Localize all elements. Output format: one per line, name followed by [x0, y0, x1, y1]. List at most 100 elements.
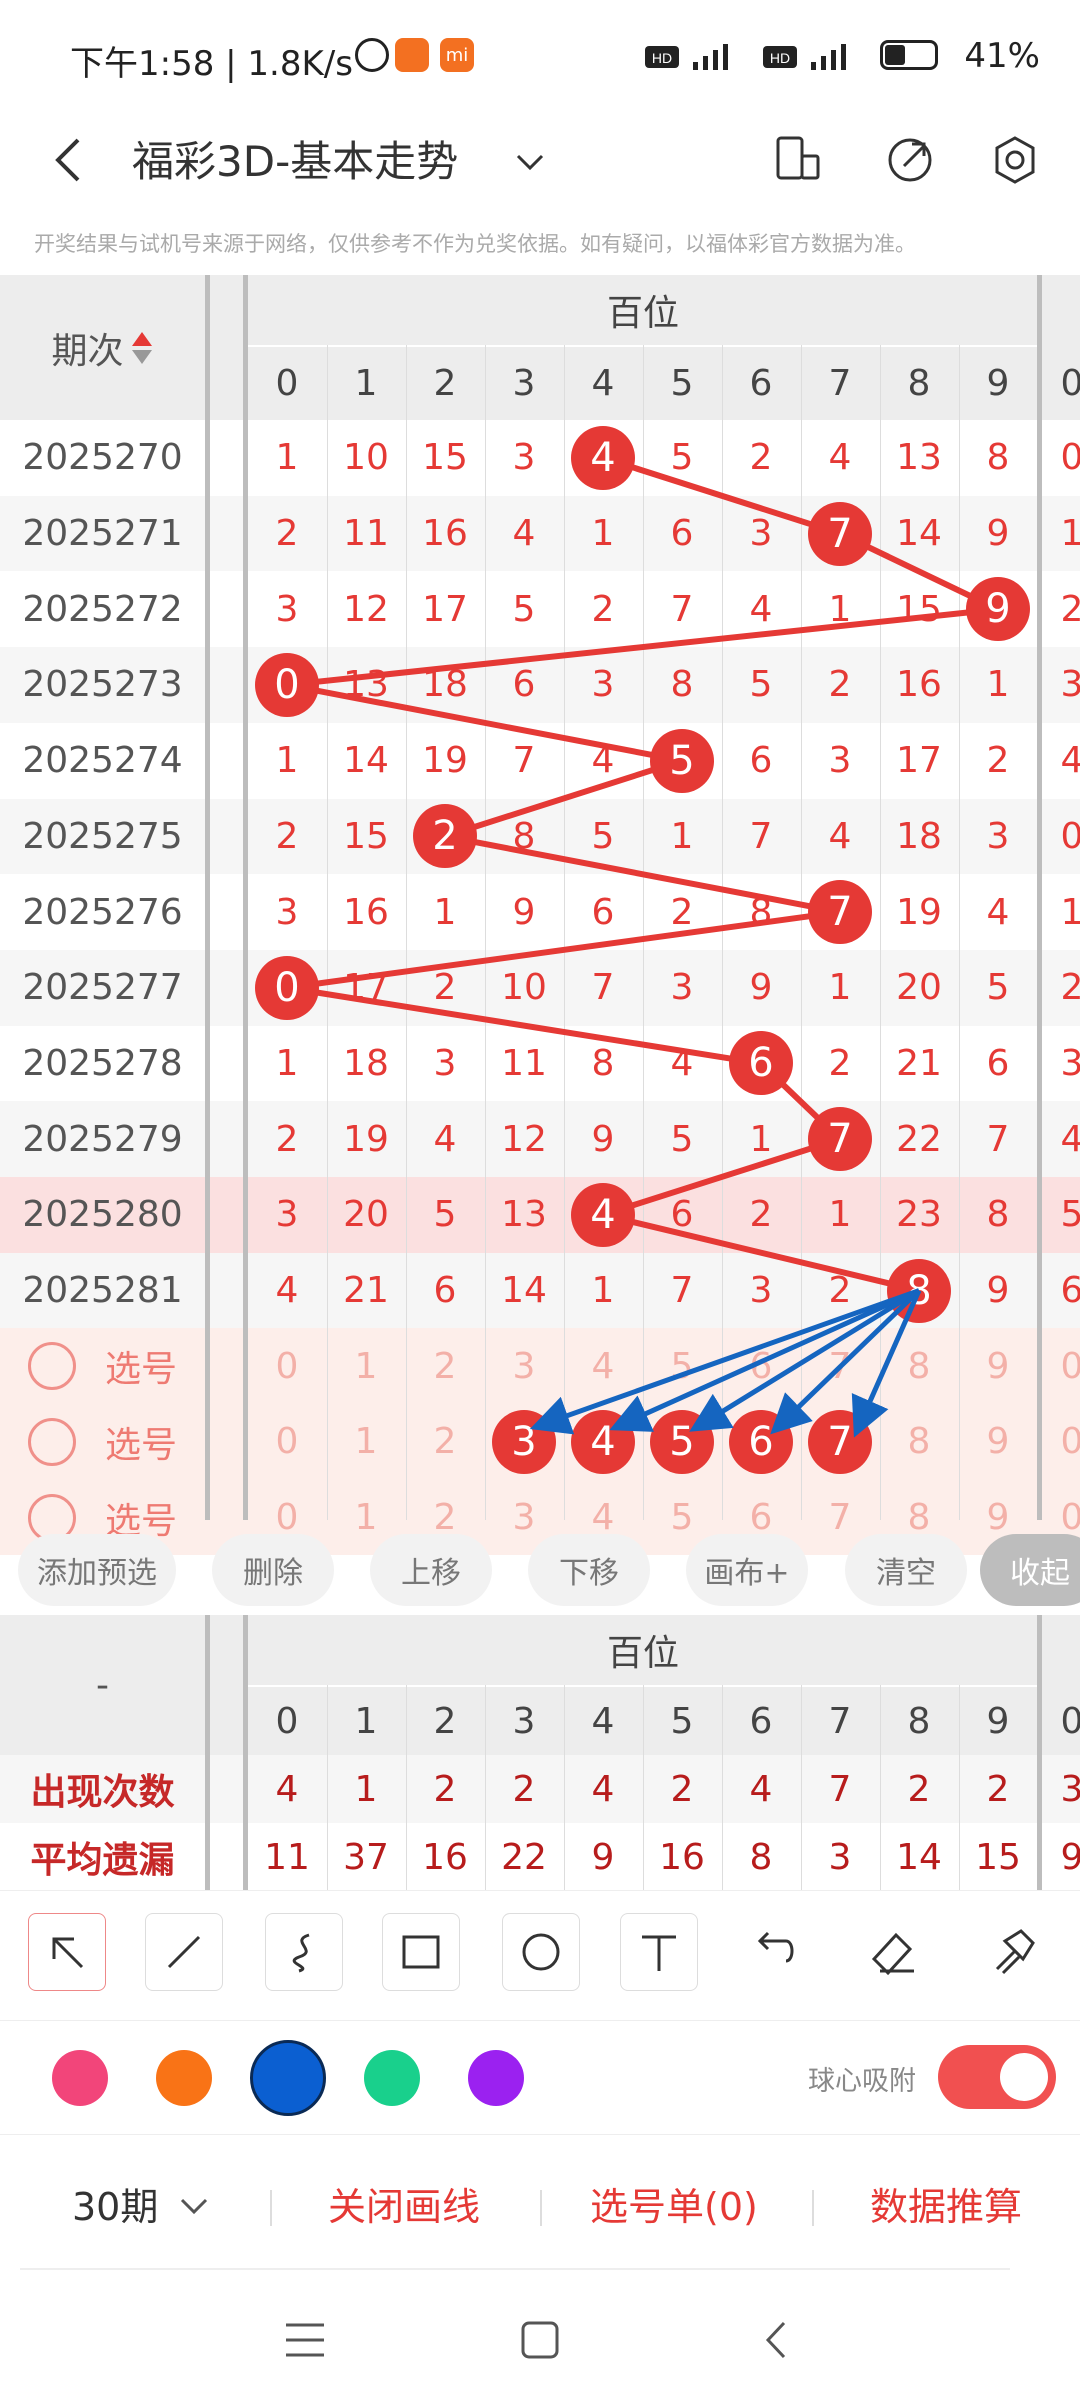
stats-value-cell: 4	[275, 1768, 299, 1810]
stats-table: - 百位 0 1 2 3 4 5 6 7 8 9 0 出现次数 4 1 2 2 4 2 4 7 2 2 3 平均遗漏 11 37 16 2…	[0, 1615, 1080, 1890]
stats-value-cell: 3	[828, 1836, 852, 1878]
stats-digit-header: 8	[907, 1700, 931, 1742]
line-tool-icon[interactable]	[145, 1913, 223, 1991]
stats-value-cell: 4	[749, 1768, 773, 1810]
battery-icon	[880, 40, 938, 70]
back-nav-icon[interactable]	[752, 2315, 802, 2365]
chevron-down-icon[interactable]	[510, 142, 550, 182]
stats-group-header: 百位	[606, 1633, 679, 1674]
stats-digit-header: 3	[512, 1700, 536, 1742]
disclaimer-text: 开奖结果与试机号来源于网络，仅供参考不作为兑奖依据。如有疑问，以福体彩官方数据为…	[34, 232, 916, 256]
stats-value-cell: 2	[670, 1768, 694, 1810]
stats-digit-header: 4	[591, 1700, 615, 1742]
add-preselect-button[interactable]: 添加预选	[18, 1534, 176, 1606]
winning-digit-ball[interactable]: 4	[571, 425, 635, 490]
svg-text:HD: HD	[770, 50, 790, 66]
stats-value-cell: 7	[828, 1768, 852, 1810]
color-swatch[interactable]	[52, 2050, 108, 2106]
stats-value-cell: 15	[975, 1836, 1021, 1878]
selected-digit-ball[interactable]: 4	[571, 1409, 635, 1474]
close-line-button[interactable]: 关闭画线	[328, 2176, 480, 2231]
winning-digit-ball[interactable]: 8	[887, 1258, 951, 1323]
stats-digit-header: 2	[433, 1700, 457, 1742]
stats-digit-header: 0	[275, 1700, 299, 1742]
clear-button[interactable]: 清空	[845, 1534, 967, 1606]
stats-value-cell: 8	[749, 1836, 773, 1878]
winning-digit-ball[interactable]: 4	[571, 1182, 635, 1247]
stats-digit-header: 5	[670, 1700, 694, 1742]
rectangle-tool-icon[interactable]	[382, 1913, 460, 1991]
color-swatch[interactable]	[156, 2050, 212, 2106]
winning-digit-ball[interactable]: 7	[808, 880, 872, 945]
selected-digit-ball[interactable]: 6	[729, 1409, 793, 1474]
data-calc-button[interactable]: 数据推算	[870, 2176, 1022, 2231]
stats-digit-header: 1	[354, 1700, 378, 1742]
page-title[interactable]: 福彩3D-基本走势	[132, 128, 458, 189]
period-selector-label: 30期	[72, 2185, 159, 2229]
settings-icon[interactable]	[985, 130, 1045, 190]
stats-digit-header: 6	[749, 1700, 773, 1742]
battery-percent: 41%	[964, 36, 1040, 76]
winning-digit-ball[interactable]: 9	[966, 577, 1030, 642]
move-down-button[interactable]: 下移	[528, 1534, 650, 1606]
drawing-toolbar	[0, 1890, 1080, 2020]
home-icon[interactable]	[515, 2315, 565, 2365]
color-swatch[interactable]	[468, 2050, 524, 2106]
back-button[interactable]	[40, 128, 96, 192]
signal-icons: HD HD	[645, 42, 905, 72]
winning-digit-ball[interactable]: 0	[255, 955, 319, 1020]
stats-value-cell: 2	[433, 1768, 457, 1810]
stats-value-cell: 16	[659, 1836, 705, 1878]
curve-tool-icon[interactable]	[265, 1913, 343, 1991]
undo-icon[interactable]	[740, 1921, 800, 1981]
color-palette: 球心吸附	[0, 2020, 1080, 2135]
stats-value-cell: 16	[422, 1836, 468, 1878]
menu-icon[interactable]	[280, 2315, 330, 2365]
status-bar: 下午1:58 | 1.8K/s mi HD HD 41%	[0, 0, 1080, 120]
alarm-icon	[355, 38, 389, 72]
color-swatch[interactable]	[250, 2040, 326, 2116]
stats-value-cell: 2	[512, 1768, 536, 1810]
action-bar: 添加预选 删除 上移 下移 画布+ 清空 收起	[0, 1520, 1080, 1620]
stats-label-header: -	[96, 1664, 109, 1706]
eraser-icon[interactable]	[862, 1921, 922, 1981]
circle-tool-icon[interactable]	[502, 1913, 580, 1991]
share-icon[interactable]	[880, 130, 940, 190]
status-time: 下午1:58 | 1.8K/s	[70, 44, 353, 84]
winning-digit-ball[interactable]: 2	[413, 804, 477, 869]
winning-digit-ball[interactable]: 6	[729, 1031, 793, 1096]
winning-digit-ball[interactable]: 7	[808, 1107, 872, 1172]
color-swatch[interactable]	[364, 2050, 420, 2106]
stats-row-label: 平均遗漏	[30, 1840, 175, 1881]
stats-value-cell: 2	[986, 1768, 1010, 1810]
selection-list-button[interactable]: 选号单(0)	[590, 2176, 758, 2231]
winning-digit-ball[interactable]: 0	[255, 652, 319, 717]
snap-toggle[interactable]	[938, 2045, 1056, 2109]
mi-icon: mi	[440, 38, 474, 72]
selected-digit-ball[interactable]: 3	[492, 1409, 556, 1474]
collapse-button[interactable]: 收起	[980, 1534, 1080, 1606]
winning-digit-ball[interactable]: 5	[650, 728, 714, 793]
stats-value-cell: 9	[591, 1836, 615, 1878]
select-tool-icon[interactable]	[28, 1913, 106, 1991]
stats-digit-header: 7	[828, 1700, 852, 1742]
canvas-plus-button[interactable]: 画布+	[686, 1534, 808, 1606]
layout-icon[interactable]	[770, 130, 826, 190]
stats-digit-header: 9	[986, 1700, 1010, 1742]
selected-digit-ball[interactable]: 7	[808, 1409, 872, 1474]
chevron-down-icon	[181, 2198, 208, 2215]
period-selector[interactable]: 30期	[72, 2176, 212, 2231]
winning-digit-ball[interactable]: 7	[808, 501, 872, 566]
delete-button[interactable]: 删除	[212, 1534, 334, 1606]
system-nav-bar	[0, 2270, 1080, 2400]
app-bar: 福彩3D-基本走势	[0, 110, 1080, 220]
stats-value-cell: 14	[896, 1836, 942, 1878]
app-notification-icon	[395, 38, 429, 72]
selected-digit-ball[interactable]: 5	[650, 1409, 714, 1474]
move-up-button[interactable]: 上移	[370, 1534, 492, 1606]
snap-label: 球心吸附	[808, 2066, 916, 2097]
clear-brush-icon[interactable]	[985, 1921, 1045, 1981]
text-tool-icon[interactable]	[620, 1913, 698, 1991]
stats-value-cell: 9	[1060, 1836, 1080, 1878]
stats-value-cell: 4	[591, 1768, 615, 1810]
